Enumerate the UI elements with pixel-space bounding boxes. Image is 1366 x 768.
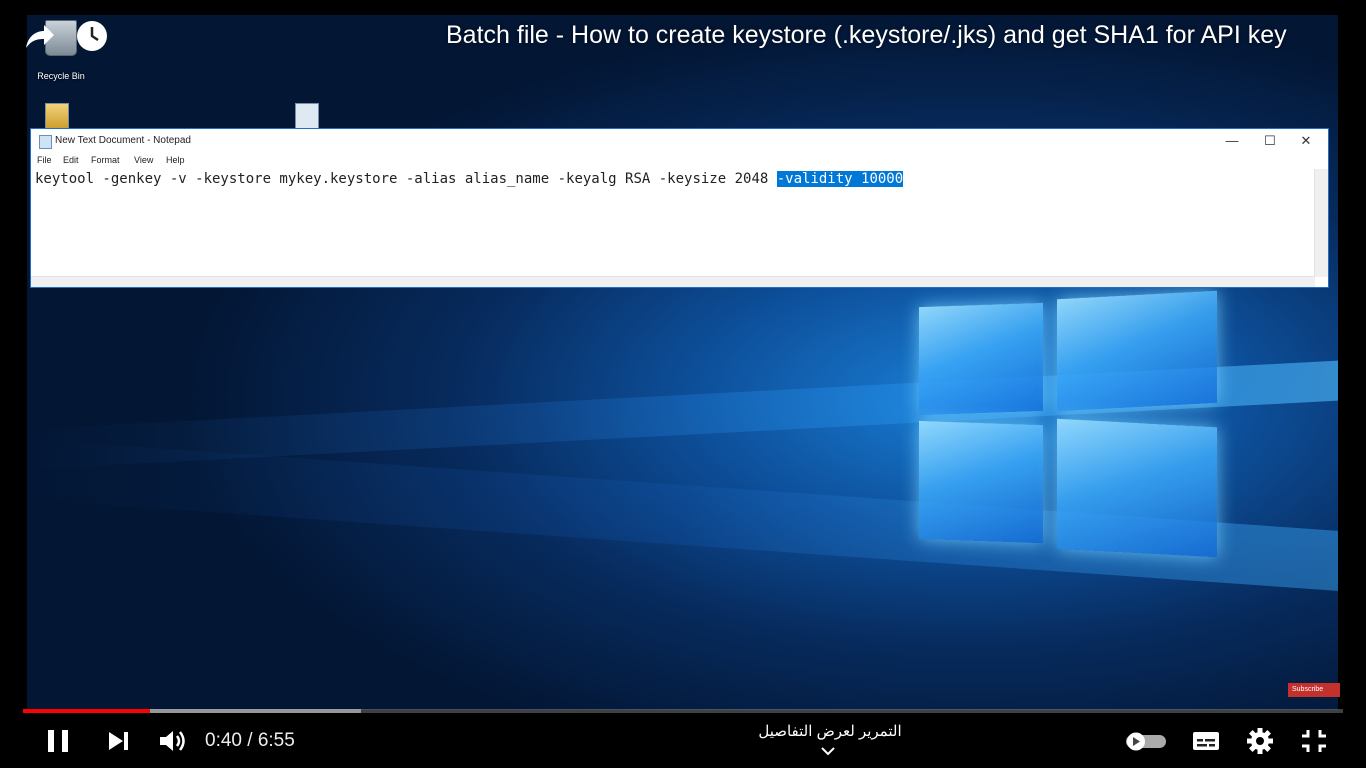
notepad-window: New Text Document - Notepad — ☐ ✕ File E… — [30, 128, 1329, 288]
exit-fullscreen-icon[interactable] — [1298, 724, 1330, 758]
share-icon[interactable] — [22, 20, 56, 54]
minimize-icon: — — [1225, 133, 1239, 148]
notepad-icon — [39, 135, 52, 149]
player-controls: 0:40 / 6:55 التمرير لعرض التفاصيل — [0, 716, 1366, 768]
subtitles-icon[interactable] — [1190, 724, 1222, 758]
menu-format: Format — [91, 155, 120, 165]
folder-icon — [45, 103, 69, 131]
text-file-icon — [295, 103, 319, 131]
subscribe-badge[interactable]: Subscribe — [1288, 683, 1340, 697]
notepad-window-title: New Text Document - Notepad — [55, 135, 191, 146]
menu-edit: Edit — [63, 155, 79, 165]
chevron-down-icon[interactable] — [820, 745, 836, 757]
volume-icon[interactable] — [156, 724, 188, 758]
progress-bar[interactable] — [23, 709, 1343, 713]
duration: 6:55 — [257, 730, 295, 751]
selected-text: -validity 10000 — [776, 171, 904, 187]
watch-later-icon[interactable] — [76, 20, 108, 52]
logo-pane — [1057, 418, 1217, 558]
time-separator: / — [241, 730, 258, 751]
settings-icon[interactable] — [1244, 724, 1276, 758]
scroll-for-details-hint[interactable]: التمرير لعرض التفاصيل — [700, 722, 960, 740]
video-frame[interactable]: Recycle Bin — [27, 15, 1338, 710]
horizontal-scrollbar — [31, 276, 1315, 287]
logo-pane — [919, 302, 1043, 416]
time-display: 0:40 / 6:55 — [205, 730, 295, 752]
maximize-icon: ☐ — [1264, 133, 1276, 148]
vertical-scrollbar — [1314, 169, 1328, 277]
notepad-menubar: File Edit Format View Help — [31, 153, 1328, 169]
next-icon[interactable] — [104, 724, 134, 758]
windows-logo — [887, 285, 1227, 585]
menu-view: View — [134, 155, 154, 165]
menu-help: Help — [166, 155, 185, 165]
autoplay-toggle-icon[interactable] — [1122, 724, 1170, 758]
notepad-text-content: keytool -genkey -v -keystore mykey.keyst… — [35, 171, 1314, 187]
logo-pane — [919, 420, 1043, 544]
command-text: keytool -genkey -v -keystore mykey.keyst… — [35, 171, 777, 187]
current-time: 0:40 — [205, 730, 242, 751]
pause-icon[interactable] — [44, 724, 74, 758]
notepad-titlebar: New Text Document - Notepad — ☐ ✕ — [31, 129, 1328, 153]
logo-pane — [1057, 290, 1217, 412]
recycle-bin-label: Recycle Bin — [37, 71, 85, 81]
played-bar — [23, 709, 151, 713]
close-icon: ✕ — [1300, 133, 1312, 148]
menu-file: File — [37, 155, 52, 165]
video-title[interactable]: Batch file - How to create keystore (.ke… — [446, 21, 1287, 50]
